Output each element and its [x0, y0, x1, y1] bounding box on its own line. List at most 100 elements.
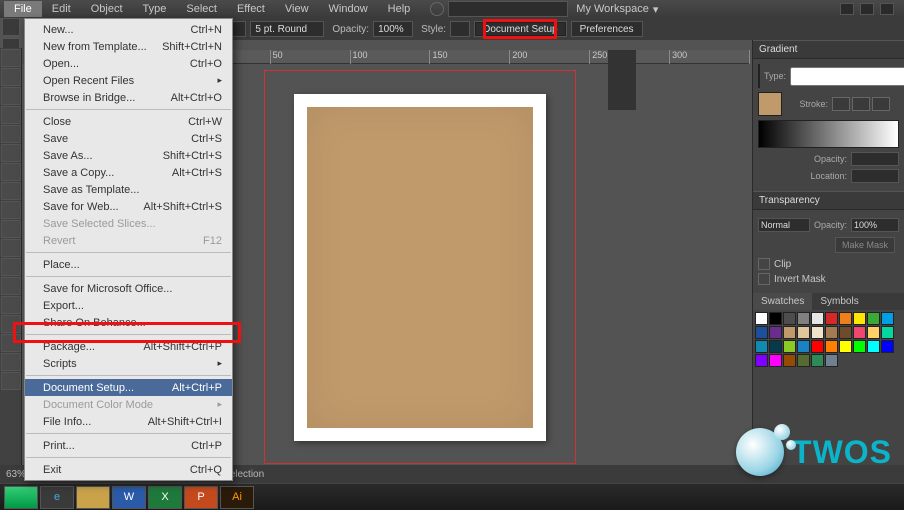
- swatch[interactable]: [867, 340, 880, 353]
- close-button[interactable]: [880, 3, 894, 15]
- explorer-icon[interactable]: [76, 486, 110, 509]
- swatch[interactable]: [755, 326, 768, 339]
- swatch[interactable]: [769, 312, 782, 325]
- swatch[interactable]: [881, 340, 894, 353]
- swatch[interactable]: [811, 354, 824, 367]
- clip-checkbox[interactable]: [758, 258, 770, 270]
- menu-item-scripts[interactable]: Scripts▸: [25, 355, 232, 372]
- swatch[interactable]: [839, 340, 852, 353]
- swatch[interactable]: [867, 326, 880, 339]
- swatch[interactable]: [811, 326, 824, 339]
- workspace-selector[interactable]: My Workspace ▾: [576, 3, 658, 16]
- brush-select[interactable]: [250, 21, 324, 37]
- gradient-opacity-input[interactable]: [851, 152, 899, 166]
- illustrator-icon[interactable]: Ai: [220, 486, 254, 509]
- zoom-level[interactable]: 63%: [6, 469, 26, 480]
- line-tool[interactable]: [1, 144, 21, 162]
- menu-item-save[interactable]: SaveCtrl+S: [25, 130, 232, 147]
- menu-item-browse-in-bridge[interactable]: Browse in Bridge...Alt+Ctrl+O: [25, 89, 232, 106]
- eraser-tool[interactable]: [1, 220, 21, 238]
- menubar-search-input[interactable]: [448, 1, 568, 17]
- swatch[interactable]: [783, 340, 796, 353]
- menu-edit[interactable]: Edit: [42, 1, 81, 17]
- powerpoint-icon[interactable]: P: [184, 486, 218, 509]
- swatch[interactable]: [755, 340, 768, 353]
- swatch[interactable]: [825, 354, 838, 367]
- menu-item-revert[interactable]: RevertF12: [25, 232, 232, 249]
- gradient-tool[interactable]: [1, 296, 21, 314]
- gradient-preview[interactable]: [758, 120, 899, 148]
- pencil-tool[interactable]: [1, 201, 21, 219]
- stroke-align-buttons[interactable]: [832, 97, 890, 111]
- scale-tool[interactable]: [1, 258, 21, 276]
- gradient-panel-title[interactable]: Gradient: [753, 40, 904, 59]
- menu-item-export[interactable]: Export...: [25, 297, 232, 314]
- menu-help[interactable]: Help: [378, 1, 421, 17]
- minimize-button[interactable]: [840, 3, 854, 15]
- blend-mode-select[interactable]: [758, 218, 810, 232]
- hand-tool[interactable]: [1, 353, 21, 371]
- transparency-panel-title[interactable]: Transparency: [753, 191, 904, 210]
- menu-item-share-on-behance[interactable]: Share On Behance...: [25, 314, 232, 331]
- swatch[interactable]: [881, 312, 894, 325]
- zoom-tool[interactable]: [1, 372, 21, 390]
- menu-item-package[interactable]: Package...Alt+Shift+Ctrl+P: [25, 338, 232, 355]
- menu-item-save-as-template[interactable]: Save as Template...: [25, 181, 232, 198]
- document-setup-button[interactable]: Document Setup: [474, 21, 567, 37]
- swatch[interactable]: [839, 312, 852, 325]
- width-tool[interactable]: [1, 277, 21, 295]
- swatch[interactable]: [755, 312, 768, 325]
- menu-item-close[interactable]: CloseCtrl+W: [25, 113, 232, 130]
- swatch[interactable]: [853, 312, 866, 325]
- menu-item-file-info[interactable]: File Info...Alt+Shift+Ctrl+I: [25, 413, 232, 430]
- make-mask-button[interactable]: Make Mask: [835, 237, 895, 253]
- menu-type[interactable]: Type: [133, 1, 177, 17]
- collapsed-panel-tab[interactable]: [608, 50, 636, 110]
- tab-symbols[interactable]: Symbols: [812, 293, 866, 310]
- menu-item-document-color-mode[interactable]: Document Color Mode▸: [25, 396, 232, 413]
- menu-object[interactable]: Object: [81, 1, 133, 17]
- selection-tool[interactable]: [1, 49, 21, 67]
- swatch[interactable]: [839, 326, 852, 339]
- trans-opacity-input[interactable]: [851, 218, 899, 232]
- swatch[interactable]: [825, 312, 838, 325]
- graphic-style-select[interactable]: [450, 21, 470, 37]
- rectangle-tool[interactable]: [1, 163, 21, 181]
- gradient-type-select[interactable]: [790, 67, 904, 86]
- menu-item-print[interactable]: Print...Ctrl+P: [25, 437, 232, 454]
- menu-item-place[interactable]: Place...: [25, 256, 232, 273]
- swatch[interactable]: [825, 340, 838, 353]
- swatch[interactable]: [783, 354, 796, 367]
- menu-select[interactable]: Select: [176, 1, 227, 17]
- menu-view[interactable]: View: [275, 1, 319, 17]
- gradient-stroke-swatch[interactable]: [758, 92, 782, 116]
- swatch[interactable]: [853, 340, 866, 353]
- direct-selection-tool[interactable]: [1, 68, 21, 86]
- menu-item-exit[interactable]: ExitCtrl+Q: [25, 461, 232, 478]
- artboard-tool[interactable]: [1, 334, 21, 352]
- brush-tool[interactable]: [1, 182, 21, 200]
- invert-mask-checkbox[interactable]: [758, 273, 770, 285]
- artwork-rectangle[interactable]: [307, 107, 533, 428]
- swatch[interactable]: [755, 354, 768, 367]
- swatch[interactable]: [853, 326, 866, 339]
- swatch[interactable]: [825, 326, 838, 339]
- word-icon[interactable]: W: [112, 486, 146, 509]
- swatch[interactable]: [783, 312, 796, 325]
- menu-item-save-for-web[interactable]: Save for Web...Alt+Shift+Ctrl+S: [25, 198, 232, 215]
- tab-swatches[interactable]: Swatches: [753, 293, 812, 310]
- menu-item-document-setup[interactable]: Document Setup...Alt+Ctrl+P: [25, 379, 232, 396]
- gradient-fill-swatch[interactable]: [758, 64, 760, 88]
- swatch[interactable]: [797, 340, 810, 353]
- menu-file[interactable]: File: [4, 1, 42, 17]
- start-button[interactable]: [4, 486, 38, 509]
- menu-item-save-a-copy[interactable]: Save a Copy...Alt+Ctrl+S: [25, 164, 232, 181]
- pen-tool[interactable]: [1, 106, 21, 124]
- opacity-input[interactable]: [373, 21, 413, 37]
- preferences-button[interactable]: Preferences: [571, 21, 643, 37]
- type-tool[interactable]: [1, 125, 21, 143]
- swatch[interactable]: [797, 326, 810, 339]
- swatch[interactable]: [769, 354, 782, 367]
- search-icon[interactable]: [430, 2, 444, 16]
- menu-window[interactable]: Window: [319, 1, 378, 17]
